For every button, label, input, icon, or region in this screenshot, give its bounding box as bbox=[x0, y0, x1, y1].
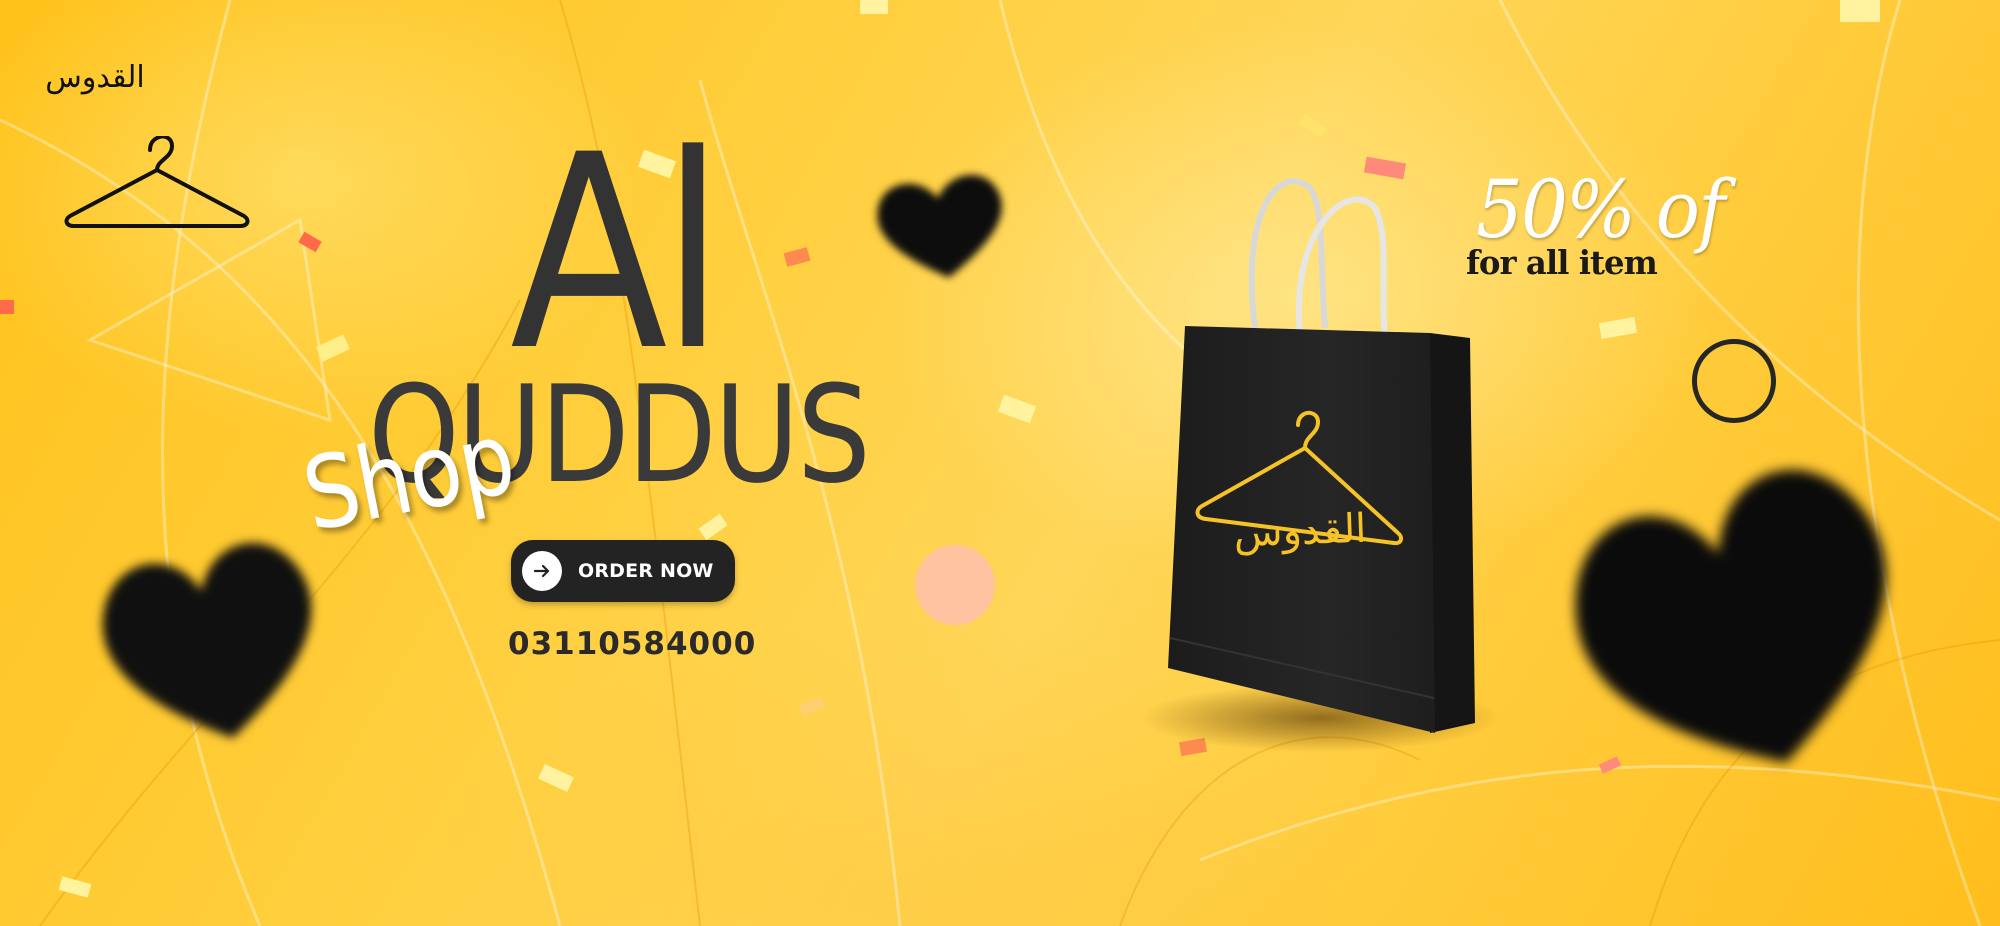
order-now-button[interactable]: ORDER NOW bbox=[511, 540, 735, 602]
heart-icon bbox=[877, 175, 1002, 278]
hanger-icon bbox=[64, 136, 250, 228]
order-now-label: ORDER NOW bbox=[578, 560, 714, 582]
bag-arabic-text: القدوس bbox=[1232, 505, 1368, 557]
phone-number: 03110584000 bbox=[508, 626, 757, 662]
shopping-bag-image bbox=[1140, 178, 1500, 752]
logo-arabic-text: القدوس bbox=[45, 60, 145, 95]
ring-decoration bbox=[1692, 339, 1776, 423]
promo-headline: 50% of bbox=[1476, 163, 1725, 256]
heart-icon bbox=[1575, 470, 1886, 763]
arrow-right-icon bbox=[522, 551, 562, 591]
decorative-dot bbox=[915, 545, 995, 625]
heart-icon bbox=[102, 543, 312, 738]
promo-subline: for all item bbox=[1466, 243, 1658, 282]
title-line-1: Al bbox=[510, 98, 725, 410]
promo-banner: القدوس Al QUDDUS Shop ORDER NOW 03110584… bbox=[0, 0, 2000, 926]
